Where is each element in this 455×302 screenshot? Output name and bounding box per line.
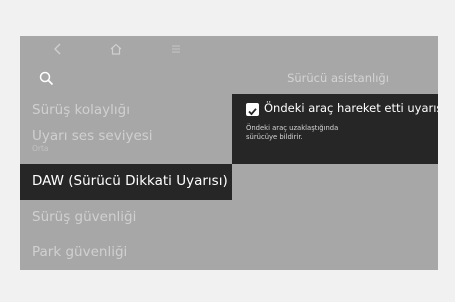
sidebar-item-label: Park güvenliği <box>32 244 128 260</box>
sidebar-item-parking-safety[interactable]: Park güvenliği <box>20 240 232 266</box>
sidebar-item-driving-safety[interactable]: Sürüş güvenliği <box>20 204 232 230</box>
sidebar-item-driving-convenience[interactable]: Sürüş kolaylığı <box>20 96 232 122</box>
sidebar-item-value: Orta <box>32 144 49 153</box>
sidebar-item-label: Sürüş güvenliği <box>32 209 137 225</box>
checkmark-icon <box>248 108 257 116</box>
sidebar-item-label: Uyarı ses seviyesi <box>32 128 153 144</box>
option-label[interactable]: Öndeki araç hareket etti uyarısı <box>264 101 438 115</box>
option-description: Öndeki araç uzaklaştığında sürücüye bild… <box>246 124 426 142</box>
sidebar-item-warning-volume[interactable]: Uyarı ses seviyesi Orta <box>20 124 232 164</box>
option-description-line-1: Öndeki araç uzaklaştığında <box>246 124 339 132</box>
top-bar <box>20 36 438 62</box>
option-description-line-2: sürücüye bildirir. <box>246 133 303 141</box>
menu-icon[interactable] <box>166 40 186 58</box>
home-icon[interactable] <box>106 40 126 58</box>
screen-title: Sürücü asistanlığı <box>287 71 389 85</box>
chevron-left-icon[interactable] <box>48 40 68 58</box>
infotainment-screen: Sürücü asistanlığı Sürüş kolaylığı Uyarı… <box>20 36 438 270</box>
sidebar-item-label: Sürüş kolaylığı <box>32 102 130 118</box>
option-panel: Öndeki araç hareket etti uyarısı Öndeki … <box>232 94 438 164</box>
sidebar-item-daw[interactable]: DAW (Sürücü Dikkati Uyarısı) <box>20 164 232 200</box>
search-icon[interactable] <box>38 70 56 88</box>
option-checkbox[interactable] <box>246 103 259 116</box>
sidebar-item-label: DAW (Sürücü Dikkati Uyarısı) <box>32 173 228 189</box>
